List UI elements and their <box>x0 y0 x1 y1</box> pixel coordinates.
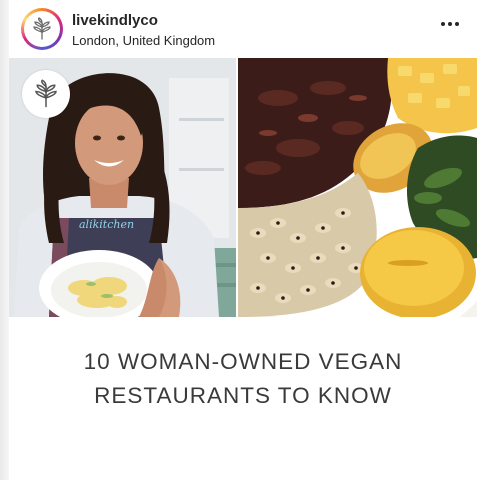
instagram-post: livekindlyco London, United Kingdom alik… <box>0 0 477 480</box>
headline: 10 WOMAN-OWNED VEGAN RESTAURANTS TO KNOW <box>9 345 477 413</box>
location-link[interactable]: London, United Kingdom <box>72 33 215 48</box>
brand-logo <box>22 70 70 118</box>
plant-sprout-icon <box>35 79 57 108</box>
woman-photo: alikitchen <box>9 58 236 317</box>
avatar-inner <box>24 11 60 47</box>
window-edge <box>0 0 9 480</box>
avatar[interactable] <box>21 8 63 50</box>
post-caption: 10 WOMAN-OWNED VEGAN RESTAURANTS TO KNOW <box>9 317 477 480</box>
food-illustration <box>238 58 477 317</box>
post-header: livekindlyco London, United Kingdom <box>9 0 477 58</box>
post-image[interactable]: alikitchen <box>9 58 477 317</box>
headline-line-2: RESTAURANTS TO KNOW <box>94 383 392 408</box>
headline-line-1: 10 WOMAN-OWNED VEGAN <box>83 349 403 374</box>
username-link[interactable]: livekindlyco <box>72 12 158 29</box>
apron-text: alikitchen <box>79 218 134 231</box>
more-horizontal-icon[interactable] <box>441 22 461 30</box>
plant-sprout-icon <box>33 17 51 40</box>
food-photo <box>238 58 477 317</box>
